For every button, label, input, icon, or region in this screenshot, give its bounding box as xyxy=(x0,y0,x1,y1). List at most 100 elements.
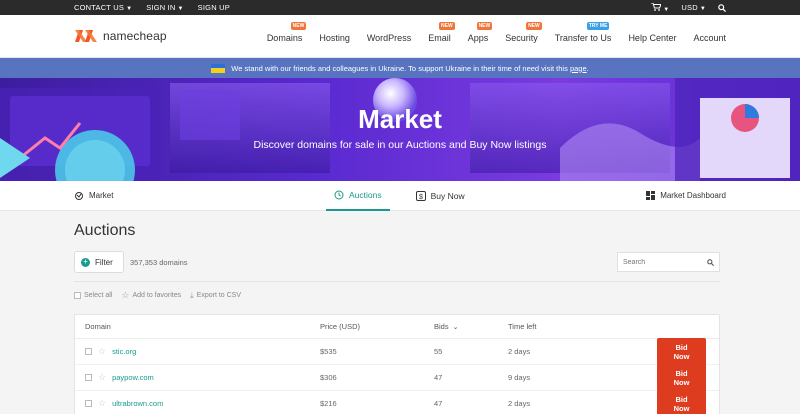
subnav-market-dashboard[interactable]: Market Dashboard xyxy=(646,191,726,200)
search-icon[interactable] xyxy=(707,258,714,266)
plus-icon: + xyxy=(81,257,90,267)
time-left-cell: 9 days xyxy=(508,373,531,382)
nav-label: Email xyxy=(428,33,451,43)
search-icon[interactable] xyxy=(718,3,726,12)
cart-icon xyxy=(651,2,663,11)
contact-us-label: CONTACT US xyxy=(74,3,125,12)
market-hero: Market Discover domains for sale in our … xyxy=(0,78,800,181)
new-badge: NEW xyxy=(439,22,455,30)
domain-count: 357,353 domains xyxy=(130,257,188,267)
bid-now-button[interactable]: Bid Now xyxy=(657,389,706,414)
favorite-star-icon[interactable]: ☆ xyxy=(98,346,106,357)
select-all-checkbox[interactable] xyxy=(74,292,81,299)
header-time-left[interactable]: Time left xyxy=(508,322,608,331)
market-icon xyxy=(75,191,83,200)
sign-in-menu[interactable]: SIGN IN ▼ xyxy=(146,3,183,12)
download-icon: ⤓ xyxy=(190,290,194,300)
domain-link[interactable]: stic.org xyxy=(112,347,136,356)
sign-up-link[interactable]: SIGN UP xyxy=(198,3,230,12)
row-checkbox[interactable] xyxy=(85,374,92,381)
header-price[interactable]: Price (USD) xyxy=(320,322,434,331)
page-title: Auctions xyxy=(74,222,136,239)
svg-text:$: $ xyxy=(419,193,423,200)
bids-cell: 47 xyxy=(434,399,443,408)
ukraine-banner: We stand with our friends and colleagues… xyxy=(0,58,800,78)
nav-help-center[interactable]: Help Center xyxy=(628,29,676,43)
nav-label: Security xyxy=(505,33,538,43)
header-domain[interactable]: Domain xyxy=(75,322,320,331)
tab-auctions[interactable]: Auctions xyxy=(326,181,390,211)
cart-menu[interactable]: ▼ xyxy=(651,2,670,13)
namecheap-logo[interactable]: namecheap xyxy=(74,29,167,43)
auctions-table: Domain Price (USD) Bids ⌄ Time left ☆ stic… xyxy=(74,314,720,414)
nav-apps[interactable]: Apps NEW xyxy=(467,22,493,43)
star-icon: ☆ xyxy=(121,290,130,300)
nav-label: Transfer to Us xyxy=(554,33,612,43)
tab-buy-now[interactable]: $ Buy Now xyxy=(415,181,465,211)
bid-now-button[interactable]: Bid Now xyxy=(657,337,706,366)
bids-cell: 47 xyxy=(434,373,443,382)
price-cell: $216 xyxy=(320,399,337,408)
caret-down-icon: ▼ xyxy=(699,6,706,12)
header-bids[interactable]: Bids ⌄ xyxy=(434,322,508,331)
chevron-down-icon: ⌄ xyxy=(452,323,459,331)
filter-button[interactable]: + Filter xyxy=(74,251,124,273)
price-cell: $306 xyxy=(320,373,337,382)
nav-email[interactable]: Email NEW xyxy=(428,22,455,43)
domain-link[interactable]: paypow.com xyxy=(112,373,154,382)
row-checkbox[interactable] xyxy=(85,348,92,355)
price-cell: $535 xyxy=(320,347,337,356)
bids-cell: 55 xyxy=(434,347,443,356)
subnav-market[interactable]: Market xyxy=(74,191,113,201)
select-all[interactable]: Select all xyxy=(74,292,112,299)
main-header: namecheap Domains NEW Hosting WordPress E… xyxy=(0,15,800,58)
caret-down-icon: ▼ xyxy=(177,6,184,12)
contact-us-menu[interactable]: CONTACT US ▼ xyxy=(74,3,132,12)
favorite-star-icon[interactable]: ☆ xyxy=(98,398,106,409)
new-badge: NEW xyxy=(526,22,542,30)
nav-hosting[interactable]: Hosting xyxy=(319,29,350,43)
nav-label: Domains xyxy=(266,33,303,43)
nav-wordpress[interactable]: WordPress xyxy=(367,29,411,43)
top-utility-bar: CONTACT US ▼ SIGN IN ▼ SIGN UP ▼ USD ▼ xyxy=(0,0,800,15)
domain-link[interactable]: ultrabrown.com xyxy=(112,399,163,408)
divider xyxy=(74,281,720,282)
auctions-content: Auctions + Filter 357,353 domains Select… xyxy=(0,222,800,414)
subnav-dashboard-label: Market Dashboard xyxy=(660,191,726,200)
ukraine-text: We stand with our friends and colleagues… xyxy=(231,63,568,73)
currency-label: USD xyxy=(681,3,698,12)
nav-security[interactable]: Security NEW xyxy=(505,22,542,43)
search-input[interactable] xyxy=(623,258,707,266)
currency-menu[interactable]: USD ▼ xyxy=(681,3,706,12)
new-badge: NEW xyxy=(290,22,307,30)
main-nav: Domains NEW Hosting WordPress Email NEW Ap… xyxy=(266,22,726,43)
tab-auctions-label: Auctions xyxy=(349,189,382,200)
export-to-csv[interactable]: ⤓ Export to CSV xyxy=(190,291,241,301)
time-left-cell: 2 days xyxy=(508,399,531,408)
add-to-favorites[interactable]: ☆ Add to favorites xyxy=(121,290,181,301)
market-subnav: Market Auctions $ Buy Now Market Dashboa… xyxy=(0,181,800,211)
select-all-label: Select all xyxy=(84,292,113,299)
table-row: ☆ ultrabrown.com $216 47 2 days Bid Now xyxy=(75,389,719,414)
nav-transfer[interactable]: Transfer to Us TRY ME xyxy=(554,22,612,43)
clock-icon xyxy=(334,190,344,199)
new-badge: NEW xyxy=(476,22,493,30)
caret-down-icon: ▼ xyxy=(126,6,133,12)
nav-account[interactable]: Account xyxy=(693,29,726,43)
sign-in-label: SIGN IN xyxy=(146,3,176,12)
nav-label: Apps xyxy=(467,33,489,43)
table-row: ☆ paypow.com $306 47 9 days Bid Now xyxy=(75,363,719,392)
nav-label: Hosting xyxy=(319,33,350,43)
ukraine-flag-icon xyxy=(211,63,226,73)
row-checkbox[interactable] xyxy=(85,400,92,407)
dashboard-icon xyxy=(646,191,656,200)
dollar-icon: $ xyxy=(415,190,426,201)
table-row: ☆ stic.org $535 55 2 days Bid Now xyxy=(75,337,719,366)
nav-domains[interactable]: Domains NEW xyxy=(266,22,307,43)
ukraine-page-link[interactable]: page xyxy=(570,64,587,73)
export-label: Export to CSV xyxy=(196,292,242,299)
bid-now-button[interactable]: Bid Now xyxy=(657,363,706,392)
caret-down-icon: ▼ xyxy=(663,6,670,13)
favorite-star-icon[interactable]: ☆ xyxy=(98,372,106,383)
subnav-market-label: Market xyxy=(89,191,114,200)
